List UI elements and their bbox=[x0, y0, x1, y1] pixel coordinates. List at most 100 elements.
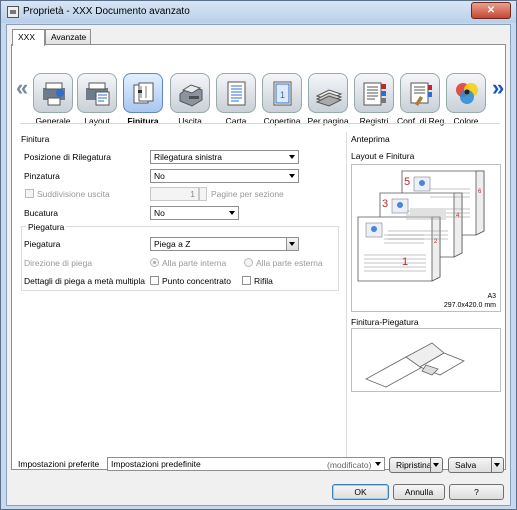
window-title: Proprietà - XXX Documento avanzato bbox=[23, 6, 190, 17]
rifila-checkbox[interactable] bbox=[242, 276, 251, 285]
spin-buttons-icon[interactable] bbox=[199, 187, 207, 201]
properties-window: Proprietà - XXX Documento avanzato ✕ XXX… bbox=[0, 0, 517, 510]
chevron-down-icon bbox=[433, 463, 439, 467]
category-registri[interactable]: Registri bbox=[351, 73, 397, 126]
dropdown-button[interactable] bbox=[286, 238, 298, 250]
ripristina-button[interactable]: Ripristina bbox=[389, 457, 443, 473]
suddivisione-label: Suddivisione uscita bbox=[37, 189, 110, 199]
category-layout-label: Layout bbox=[84, 116, 110, 126]
category-divider bbox=[20, 123, 500, 124]
radio-esterna[interactable] bbox=[244, 258, 253, 267]
piegatura-value: Piega a Z bbox=[154, 239, 191, 249]
salva-label: Salva bbox=[455, 460, 477, 470]
pinzatura-label: Pinzatura bbox=[24, 171, 60, 181]
pinzatura-select[interactable]: No bbox=[150, 169, 299, 183]
bucatura-select[interactable]: No bbox=[150, 206, 239, 220]
paper-icon bbox=[216, 73, 256, 113]
category-colore-label: Colore bbox=[453, 116, 479, 126]
layout-icon bbox=[77, 73, 117, 113]
anteprima-title: Anteprima bbox=[351, 134, 390, 144]
folded-pages-illustration: 5 6 3 4 1 2 bbox=[357, 170, 485, 282]
title-bar[interactable]: Proprietà - XXX Documento avanzato ✕ bbox=[1, 1, 516, 23]
bucatura-value: No bbox=[154, 208, 165, 218]
salva-button[interactable]: Salva bbox=[448, 457, 504, 473]
printer-app-icon bbox=[7, 6, 19, 18]
chevron-down-icon bbox=[375, 462, 381, 466]
category-colore[interactable]: Colore bbox=[443, 73, 489, 126]
page-number-5: 5 bbox=[404, 176, 410, 188]
ok-button[interactable]: OK bbox=[332, 484, 389, 500]
pagine-per-sezione-label: Pagine per sezione bbox=[211, 189, 284, 199]
chevron-down-icon bbox=[289, 155, 295, 159]
category-carta-label: Carta bbox=[225, 116, 247, 126]
category-conf-di-reg[interactable]: Conf. di Reg. bbox=[397, 73, 447, 126]
category-generale-label: Generale bbox=[35, 116, 71, 126]
category-carta[interactable]: Carta bbox=[213, 73, 259, 126]
split-separator bbox=[430, 458, 431, 472]
z-fold-illustration bbox=[365, 342, 465, 388]
general-icon bbox=[33, 73, 73, 113]
category-conf-di-reg-label: Conf. di Reg. bbox=[397, 116, 447, 126]
category-uscita[interactable]: Uscita bbox=[167, 73, 213, 126]
help-button[interactable]: ? bbox=[449, 484, 504, 500]
category-registri-label: Registri bbox=[359, 116, 389, 126]
category-copertina[interactable]: 1 Copertina bbox=[259, 73, 305, 126]
chevron-down-icon bbox=[289, 174, 295, 178]
scroll-left-icon[interactable]: « bbox=[16, 75, 28, 101]
close-button[interactable]: ✕ bbox=[471, 2, 511, 19]
tab-panel: « » Generale Layout Finitura Uscita Cart… bbox=[11, 44, 506, 470]
chevron-down-icon bbox=[229, 211, 235, 215]
category-generale[interactable]: Generale bbox=[30, 73, 76, 126]
finishing-icon bbox=[123, 73, 163, 113]
scroll-right-icon[interactable]: » bbox=[492, 75, 504, 101]
suddivisione-spin-input[interactable]: 1 bbox=[150, 187, 199, 201]
cover-icon: 1 bbox=[262, 73, 302, 113]
category-uscita-label: Uscita bbox=[178, 116, 202, 126]
category-finitura-label: Finitura bbox=[127, 116, 159, 126]
bucatura-label: Bucatura bbox=[24, 208, 59, 218]
tabs-icon bbox=[354, 73, 394, 113]
layout-finitura-label: Layout e Finitura bbox=[351, 151, 415, 161]
radio-interna[interactable] bbox=[150, 258, 159, 267]
preview-panel: Anteprima Layout e Finitura 5 6 3 4 1 2 … bbox=[346, 132, 505, 466]
svg-text:1: 1 bbox=[280, 90, 285, 100]
direzione-piega-label: Direzione di piega bbox=[24, 258, 93, 268]
category-finitura[interactable]: Finitura bbox=[120, 73, 166, 126]
annulla-button[interactable]: Annulla bbox=[393, 484, 445, 500]
finitura-section-title: Finitura bbox=[21, 134, 50, 144]
paper-dimensions-label: 297.0x420.0 mm bbox=[443, 302, 496, 309]
page-number-3: 3 bbox=[382, 198, 388, 210]
category-per-pagina[interactable]: Per pagina bbox=[305, 73, 351, 126]
page-number-1: 1 bbox=[402, 256, 408, 268]
chevron-down-icon bbox=[289, 242, 295, 246]
per-page-icon bbox=[308, 73, 348, 113]
radio-interna-label: Alla parte interna bbox=[162, 258, 227, 268]
category-layout[interactable]: Layout bbox=[74, 73, 120, 126]
category-copertina-label: Copertina bbox=[263, 116, 301, 126]
posizione-rilegatura-select[interactable]: Rilegatura sinistra bbox=[150, 150, 299, 164]
fold-preview bbox=[351, 328, 501, 392]
rifila-label: Rifila bbox=[254, 276, 273, 286]
posizione-rilegatura-label: Posizione di Rilegatura bbox=[24, 152, 111, 162]
punto-concentrato-checkbox[interactable] bbox=[150, 276, 159, 285]
impostazioni-preferite-label: Impostazioni preferite bbox=[18, 459, 100, 469]
dettagli-piega-label: Dettagli di piega a metà multipla bbox=[24, 276, 145, 286]
suddivisione-checkbox[interactable] bbox=[25, 189, 34, 198]
radio-esterna-label: Alla parte esterna bbox=[256, 258, 323, 268]
color-icon bbox=[446, 73, 486, 113]
modified-indicator: (modificato) bbox=[327, 460, 372, 470]
piegatura-group-title: Piegatura bbox=[26, 222, 67, 232]
piegatura-select[interactable]: Piega a Z bbox=[150, 237, 299, 251]
posizione-rilegatura-value: Rilegatura sinistra bbox=[154, 152, 223, 162]
pinzatura-value: No bbox=[154, 171, 165, 181]
paper-size-label: A3 bbox=[487, 293, 496, 300]
punto-concentrato-label: Punto concentrato bbox=[162, 276, 231, 286]
dialog-client: XXX Avanzate « » Generale Layout Finitur… bbox=[6, 24, 511, 506]
impostazioni-preferite-value: Impostazioni predefinite bbox=[111, 459, 201, 469]
finitura-piegatura-label: Finitura-Piegatura bbox=[351, 317, 419, 327]
piegatura-label: Piegatura bbox=[24, 239, 61, 249]
tab-xxx[interactable]: XXX bbox=[12, 29, 45, 46]
tab-avanzate[interactable]: Avanzate bbox=[45, 29, 91, 45]
chevron-down-icon bbox=[494, 463, 500, 467]
layout-preview: 5 6 3 4 1 2 A3 297.0x420.0 mm bbox=[351, 164, 501, 312]
